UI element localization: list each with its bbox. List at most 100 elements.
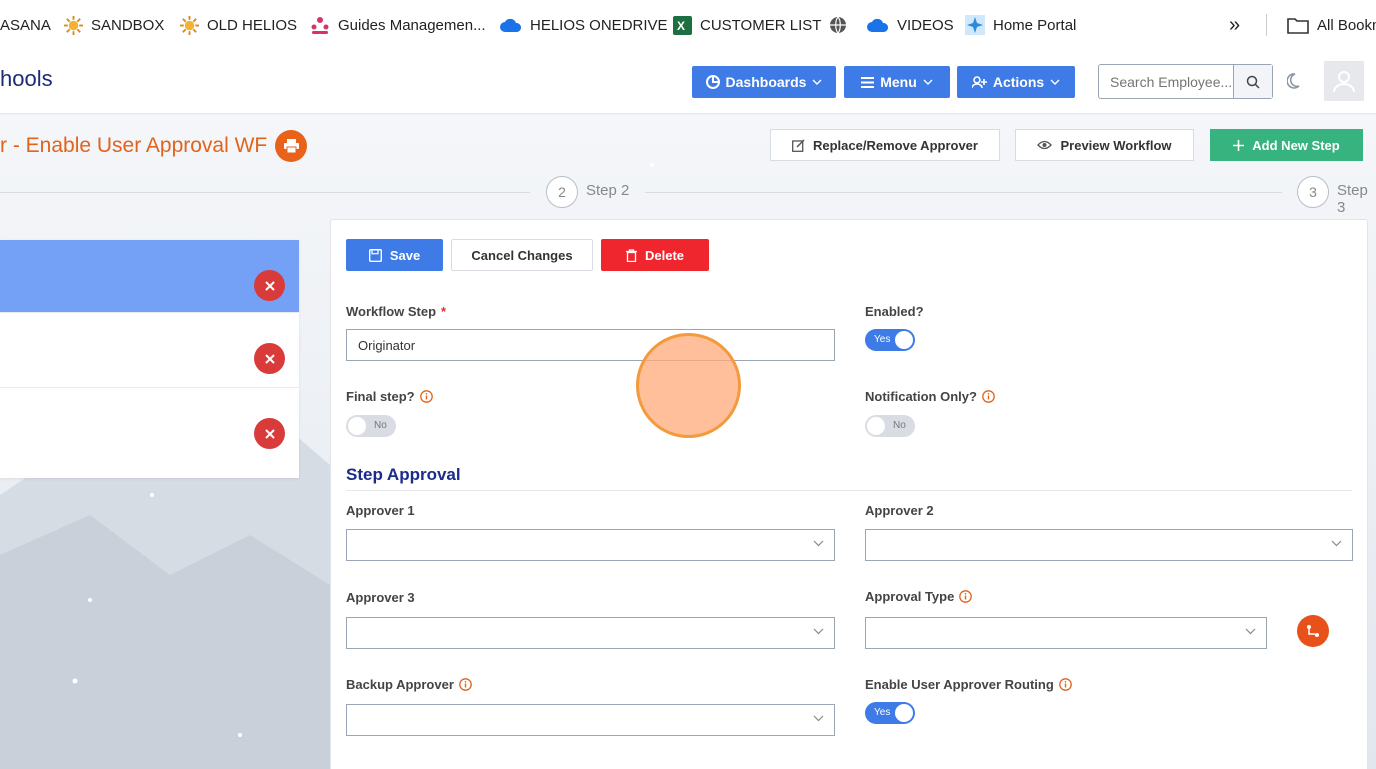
print-icon bbox=[283, 139, 299, 153]
approval-type-label-text: Approval Type bbox=[865, 589, 955, 604]
save-button[interactable]: Save bbox=[346, 239, 443, 271]
overflow-icon: » bbox=[1229, 13, 1241, 36]
replace-remove-approver-button[interactable]: Replace/Remove Approver bbox=[770, 129, 1000, 161]
cloud-icon bbox=[500, 18, 522, 32]
cancel-changes-button[interactable]: Cancel Changes bbox=[451, 239, 593, 271]
info-icon[interactable] bbox=[459, 678, 472, 691]
star-icon bbox=[965, 15, 985, 35]
approver-1-select[interactable] bbox=[346, 529, 835, 561]
step-list-item[interactable] bbox=[0, 388, 299, 478]
user-avatar[interactable] bbox=[1324, 61, 1364, 101]
people-icon bbox=[311, 17, 329, 34]
step-3-label: Step 3 bbox=[1337, 182, 1368, 216]
approver-2-label: Approver 2 bbox=[865, 503, 934, 518]
bookmark-globe[interactable] bbox=[829, 0, 847, 50]
menu-button[interactable]: Menu bbox=[844, 66, 950, 98]
enabled-toggle[interactable]: Yes bbox=[865, 329, 915, 351]
workflow-step-list bbox=[0, 240, 299, 478]
routing-label: Enable User Approver Routing bbox=[865, 677, 1072, 692]
eye-icon bbox=[1037, 140, 1053, 150]
final-step-label: Final step? bbox=[346, 389, 433, 404]
bookmark-videos[interactable]: VIDEOS bbox=[867, 0, 954, 50]
bookmark-all-bookmarks[interactable]: All Bookm bbox=[1287, 0, 1376, 50]
chevron-down-icon bbox=[812, 79, 822, 85]
bookmark-asana[interactable]: ASANA bbox=[0, 0, 51, 50]
click-indicator bbox=[636, 333, 741, 438]
routing-toggle[interactable]: Yes bbox=[865, 702, 915, 724]
backup-approver-label-text: Backup Approver bbox=[346, 677, 454, 692]
info-icon[interactable] bbox=[959, 590, 973, 603]
actions-label: Actions bbox=[992, 74, 1045, 90]
remove-step-button[interactable] bbox=[254, 418, 285, 449]
bookmark-label: VIDEOS bbox=[897, 16, 954, 34]
required-marker: * bbox=[441, 304, 447, 319]
step-3-circle[interactable]: 3 bbox=[1297, 176, 1329, 208]
bookmark-helios-onedrive[interactable]: HELIOS ONEDRIVE bbox=[500, 0, 668, 50]
delete-button[interactable]: Delete bbox=[601, 239, 709, 271]
stepper-line bbox=[645, 192, 1282, 193]
close-icon bbox=[264, 353, 275, 364]
search-button[interactable] bbox=[1233, 65, 1272, 98]
pie-chart-icon bbox=[705, 75, 720, 89]
backup-approver-select[interactable] bbox=[346, 704, 835, 736]
remove-step-button[interactable] bbox=[254, 270, 285, 301]
info-icon[interactable] bbox=[1058, 678, 1072, 691]
toggle-knob bbox=[867, 417, 885, 435]
final-step-toggle[interactable]: No bbox=[346, 415, 396, 437]
save-label: Save bbox=[389, 247, 421, 263]
approver-3-label: Approver 3 bbox=[346, 590, 415, 605]
bookmarks-overflow-button[interactable]: » bbox=[1229, 0, 1240, 50]
globe-icon bbox=[830, 16, 846, 34]
bookmark-label: OLD HELIOS bbox=[207, 16, 298, 34]
add-new-step-label: Add New Step bbox=[1252, 137, 1340, 153]
info-icon[interactable] bbox=[419, 390, 433, 403]
bookmark-guides-management[interactable]: Guides Managemen... bbox=[310, 0, 486, 50]
page-title-text: r - Enable User Approval WF bbox=[0, 134, 268, 157]
trash-icon bbox=[625, 248, 637, 262]
bookmark-customer-list[interactable]: X CUSTOMER LIST bbox=[673, 0, 821, 50]
app-brand: hools bbox=[0, 66, 53, 91]
add-new-step-button[interactable]: Add New Step bbox=[1210, 129, 1363, 161]
svg-text:X: X bbox=[677, 19, 685, 33]
step-list-item[interactable] bbox=[0, 240, 299, 313]
notification-only-label-text: Notification Only? bbox=[865, 389, 977, 404]
preview-workflow-label: Preview Workflow bbox=[1060, 137, 1172, 153]
routing-button[interactable] bbox=[1297, 615, 1329, 647]
bookmark-home-portal[interactable]: Home Portal bbox=[965, 0, 1076, 50]
notification-only-toggle[interactable]: No bbox=[865, 415, 915, 437]
workflow-step-input[interactable] bbox=[346, 329, 835, 361]
workflow-step-label: Workflow Step * bbox=[346, 304, 446, 319]
close-icon bbox=[264, 280, 275, 291]
info-icon[interactable] bbox=[982, 390, 995, 403]
stepper-line bbox=[0, 192, 530, 193]
approver-3-select[interactable] bbox=[346, 617, 835, 649]
chevron-down-icon bbox=[923, 79, 933, 85]
print-button[interactable] bbox=[275, 130, 308, 162]
dashboards-button[interactable]: Dashboards bbox=[692, 66, 836, 98]
employee-search-input[interactable] bbox=[1099, 65, 1234, 98]
excel-icon: X bbox=[673, 15, 692, 35]
dark-mode-toggle[interactable] bbox=[1286, 72, 1304, 94]
toggle-text: Yes bbox=[874, 707, 891, 718]
routing-label-text: Enable User Approver Routing bbox=[865, 677, 1054, 692]
step-2-circle[interactable]: 2 bbox=[546, 176, 578, 208]
chevron-down-icon bbox=[1050, 79, 1060, 85]
remove-step-button[interactable] bbox=[254, 343, 285, 374]
app-header: hools Dashboards Menu Actions bbox=[0, 50, 1376, 114]
sun-icon bbox=[64, 15, 83, 35]
step-list-item[interactable] bbox=[0, 313, 299, 388]
preview-workflow-button[interactable]: Preview Workflow bbox=[1015, 129, 1194, 161]
bookmark-sandbox[interactable]: SANDBOX bbox=[64, 0, 164, 50]
approver-2-select[interactable] bbox=[865, 529, 1353, 561]
chevron-down-icon bbox=[813, 628, 824, 635]
bookmark-label: SANDBOX bbox=[91, 16, 165, 34]
approval-type-select[interactable] bbox=[865, 617, 1267, 649]
final-step-label-text: Final step? bbox=[346, 389, 415, 404]
user-plus-icon bbox=[971, 75, 987, 88]
step-detail-panel bbox=[330, 219, 1368, 769]
bookmark-old-helios[interactable]: OLD HELIOS bbox=[180, 0, 297, 50]
section-divider bbox=[346, 490, 1352, 491]
approval-type-label: Approval Type bbox=[865, 589, 973, 604]
actions-button[interactable]: Actions bbox=[957, 66, 1075, 98]
bookmark-label: HELIOS ONEDRIVE bbox=[530, 16, 668, 34]
